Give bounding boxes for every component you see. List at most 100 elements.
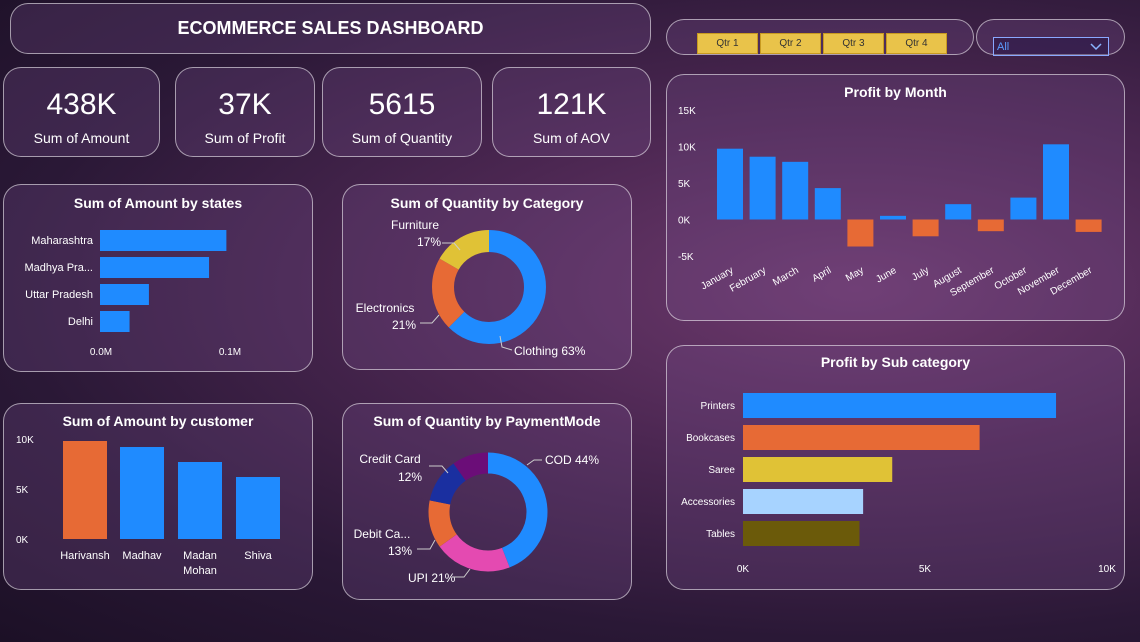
slice-label-cod: COD 44% (545, 453, 599, 467)
bar (743, 393, 1057, 418)
slice-pct-credit-card: 12% (398, 470, 422, 484)
leader-line (454, 568, 471, 578)
quarter-button-3[interactable]: Qtr 3 (823, 33, 884, 54)
bar (1043, 144, 1069, 220)
subcategory-bar-chart: Printers Bookcases Saree Accessories Tables 0… (681, 393, 1116, 575)
slice-pct-furniture: 17% (417, 235, 441, 249)
bar (977, 219, 1004, 232)
category-donut-chart: Furniture 17% Electronics 21% Clothing 6… (356, 218, 586, 358)
kpi-label: Sum of Profit (204, 130, 286, 146)
bar (100, 230, 227, 251)
slice-pct-debit-card: 13% (388, 544, 412, 558)
x-tick-label: 5K (919, 564, 932, 575)
kpi-value: 37K (218, 88, 272, 121)
leader-line (526, 459, 542, 466)
quantity-by-category-card: Sum of Quantity by Category Furniture 17… (342, 184, 632, 370)
category-label: June (874, 265, 899, 286)
leader-line (420, 314, 440, 324)
x-tick-label: 10K (1098, 564, 1116, 575)
y-tick-label: 10K (16, 435, 34, 446)
bar (749, 156, 776, 220)
bar (100, 311, 130, 332)
category-label: Maharashtra (31, 235, 94, 247)
x-tick-label: 0.0M (90, 347, 112, 358)
bar (782, 161, 809, 220)
amount-by-states-card: Sum of Amount by states Maharashtra Madhy… (3, 184, 313, 372)
category-label: Uttar Pradesh (25, 289, 93, 301)
kpi-card-profit: 37K Sum of Profit (175, 67, 315, 157)
slice-label-furniture: Furniture (391, 218, 439, 232)
category-label: Bookcases (686, 433, 735, 444)
states-bar-chart: Maharashtra Madhya Pra... Uttar Pradesh Del… (25, 230, 241, 358)
slice-label-electronics: Electronics (356, 301, 415, 315)
slice-label-credit-card: Credit Card (359, 452, 420, 466)
bar (847, 219, 874, 247)
slice-pct-electronics: 21% (392, 318, 416, 332)
quarter-button-1[interactable]: Qtr 1 (697, 33, 758, 54)
category-label: Madhav (122, 550, 162, 562)
quarter-button-2[interactable]: Qtr 2 (760, 33, 821, 54)
y-tick-label: 15K (678, 106, 696, 117)
category-label: Delhi (68, 316, 93, 328)
bar (743, 457, 893, 482)
category-label: Madhya Pra... (25, 262, 93, 274)
bar (63, 441, 107, 539)
bar (743, 521, 860, 546)
page-title: ECOMMERCE SALES DASHBOARD (177, 18, 484, 38)
month-bar-chart: 15K10K5K0K-5KJanuaryFebruary March April Ma… (678, 106, 1102, 299)
header-card: ECOMMERCE SALES DASHBOARD (10, 3, 651, 54)
bar (120, 447, 164, 539)
leader-line (417, 539, 436, 550)
filter-dropdown[interactable]: All (993, 37, 1109, 56)
bar (100, 257, 210, 278)
profit-by-subcategory-card: Profit by Sub category Printers Bookcases… (666, 345, 1125, 590)
bar (912, 219, 939, 237)
x-tick-label: 0K (737, 564, 750, 575)
bar (178, 462, 222, 539)
category-label: Harivansh (60, 550, 110, 562)
bar (814, 188, 841, 220)
kpi-label: Sum of AOV (532, 130, 611, 146)
y-tick-label: 10K (678, 143, 696, 154)
bar (100, 284, 149, 305)
quantity-by-payment-card: Sum of Quantity by PaymentMode Credit Ca… (342, 403, 632, 600)
kpi-card-aov: 121K Sum of AOV (492, 67, 651, 157)
category-label: July (910, 265, 931, 283)
slice-label-debit-card: Debit Ca... (354, 527, 411, 541)
bar (1010, 197, 1037, 220)
amount-by-customer-card: Sum of Amount by customer 10K 5K 0K Harivan… (3, 403, 313, 590)
kpi-value: 121K (536, 88, 607, 121)
y-tick-label: 0K (16, 535, 29, 546)
y-tick-label: 5K (16, 485, 29, 496)
category-label: Saree (708, 465, 735, 476)
bar (717, 148, 743, 220)
category-label: Mohan (183, 565, 217, 577)
x-tick-label: 0.1M (219, 347, 241, 358)
category-label: Tables (706, 529, 735, 540)
customer-bar-chart: 10K 5K 0K Harivansh Madhav Madan Mohan Shiva (16, 435, 280, 577)
kpi-label: Sum of Amount (33, 130, 130, 146)
profit-by-month-card: Profit by Month 15K 10K 5K 0K -5K January Febr… (666, 74, 1125, 321)
chevron-down-icon (1090, 43, 1102, 51)
category-label: April (810, 265, 833, 285)
bar (880, 215, 906, 220)
y-tick-label: -5K (678, 252, 694, 263)
category-label: Printers (701, 401, 735, 412)
category-label: Accessories (681, 497, 735, 508)
payment-donut-chart: Credit Card 12% Debit Ca... 13% UPI 21% … (354, 452, 600, 585)
y-tick-label: 5K (678, 179, 691, 190)
category-label: Shiva (244, 550, 272, 562)
category-label: Madan (183, 550, 217, 562)
bar (1075, 219, 1102, 232)
bar (743, 489, 864, 514)
slice-label-upi: UPI 21% (408, 571, 456, 585)
category-label: May (844, 265, 866, 284)
kpi-value: 5615 (368, 88, 436, 121)
bar (236, 477, 280, 539)
bar (945, 204, 972, 220)
slice-label-clothing: Clothing 63% (514, 344, 586, 358)
kpi-label: Sum of Quantity (351, 130, 453, 146)
quarter-button-4[interactable]: Qtr 4 (886, 33, 947, 54)
kpi-card-quantity: 5615 Sum of Quantity (322, 67, 482, 157)
category-label: February (728, 265, 768, 295)
